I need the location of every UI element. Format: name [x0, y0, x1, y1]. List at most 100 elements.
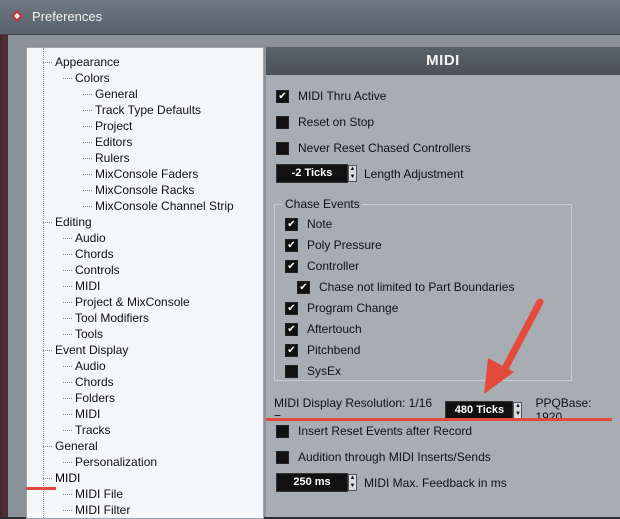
tree-item[interactable]: Tool Modifiers — [75, 310, 149, 326]
reset-on-stop-checkbox[interactable] — [276, 115, 289, 129]
tree-guide — [83, 174, 92, 175]
tree-item[interactable]: General — [55, 438, 98, 454]
tree-item[interactable]: General — [95, 86, 138, 102]
panel-title: MIDI — [266, 47, 620, 75]
tree-item[interactable]: Appearance — [55, 54, 120, 70]
midi-thru-row[interactable]: ✔ MIDI Thru Active — [276, 89, 386, 103]
tree-item[interactable]: Project & MixConsole — [75, 294, 190, 310]
tree-guide — [43, 62, 52, 63]
never-reset-row[interactable]: Never Reset Chased Controllers — [276, 141, 471, 155]
tree-guide — [43, 48, 44, 518]
tree-item[interactable]: Event Display — [55, 342, 128, 358]
title-bar: Preferences — [0, 0, 620, 35]
tree-guide — [63, 254, 72, 255]
tree-guide — [63, 238, 72, 239]
chase-not-limited-row[interactable]: ✔ Chase not limited to Part Boundaries — [297, 280, 514, 294]
feedback-value[interactable]: 250 ms — [276, 473, 348, 492]
tree-guide — [63, 414, 72, 415]
feedback-spinner[interactable]: 250 ms ▲ ▼ — [276, 473, 357, 492]
tree-item[interactable]: Audio — [75, 230, 106, 246]
chase-poly-checkbox[interactable]: ✔ — [285, 238, 298, 252]
tree-guide — [63, 318, 72, 319]
tree-item[interactable]: Tracks — [75, 422, 111, 438]
tree-guide — [83, 142, 92, 143]
tree-item[interactable]: Editing — [55, 214, 92, 230]
chase-program-change-row[interactable]: ✔ Program Change — [285, 301, 398, 315]
chase-poly-row[interactable]: ✔ Poly Pressure — [285, 238, 382, 252]
never-reset-label: Never Reset Chased Controllers — [298, 141, 471, 155]
midi-thru-checkbox[interactable]: ✔ — [276, 89, 289, 103]
tree-item[interactable]: Personalization — [75, 454, 157, 470]
tree-item[interactable]: Audio — [75, 358, 106, 374]
chase-note-row[interactable]: ✔ Note — [285, 217, 332, 231]
tree-guide — [63, 334, 72, 335]
chase-controller-row[interactable]: ✔ Controller — [285, 259, 359, 273]
audition-row[interactable]: Audition through MIDI Inserts/Sends — [276, 450, 491, 464]
spinner-arrows-icon[interactable]: ▲ ▼ — [513, 401, 523, 419]
tree-guide — [43, 350, 52, 351]
annotation-underline — [266, 418, 612, 421]
tree-guide — [63, 302, 72, 303]
tree-item[interactable]: Controls — [75, 262, 120, 278]
tree-item[interactable]: Folders — [75, 390, 115, 406]
chase-program-change-checkbox[interactable]: ✔ — [285, 301, 298, 315]
tree-item[interactable]: Chords — [75, 246, 114, 262]
chase-controller-checkbox[interactable]: ✔ — [285, 259, 298, 273]
background-strip — [0, 35, 8, 517]
audition-checkbox[interactable] — [276, 450, 289, 464]
tree-item[interactable]: Rulers — [95, 150, 130, 166]
chase-poly-label: Poly Pressure — [307, 238, 382, 252]
chase-pitchbend-row[interactable]: ✔ Pitchbend — [285, 343, 360, 357]
chase-pitchbend-checkbox[interactable]: ✔ — [285, 343, 298, 357]
chase-events-legend: Chase Events — [283, 197, 362, 211]
tree-guide — [83, 206, 92, 207]
preferences-tree[interactable]: Appearance Colors General Track Type Defaul… — [26, 47, 264, 519]
reset-on-stop-row[interactable]: Reset on Stop — [276, 115, 374, 129]
insert-reset-checkbox[interactable] — [276, 424, 289, 438]
tree-guide — [83, 110, 92, 111]
insert-reset-label: Insert Reset Events after Record — [298, 424, 473, 438]
spinner-arrows-icon[interactable]: ▲ ▼ — [348, 474, 357, 491]
tree-item[interactable]: MixConsole Racks — [95, 182, 194, 198]
tree-item[interactable]: Editors — [95, 134, 132, 150]
chase-not-limited-checkbox[interactable]: ✔ — [297, 280, 310, 294]
chase-aftertouch-checkbox[interactable]: ✔ — [285, 322, 298, 336]
tree-guide — [63, 398, 72, 399]
length-adjustment-spinner[interactable]: -2 Ticks ▲ ▼ — [276, 164, 357, 183]
audition-label: Audition through MIDI Inserts/Sends — [298, 450, 491, 464]
tree-guide — [63, 366, 72, 367]
chase-aftertouch-row[interactable]: ✔ Aftertouch — [285, 322, 362, 336]
tree-item[interactable]: Project — [95, 118, 132, 134]
tree-item[interactable]: Chords — [75, 374, 114, 390]
spinner-arrows-icon[interactable]: ▲ ▼ — [348, 165, 357, 182]
chase-aftertouch-label: Aftertouch — [307, 322, 362, 336]
length-adjustment-value[interactable]: -2 Ticks — [276, 164, 348, 183]
tree-item[interactable]: MIDI — [75, 406, 100, 422]
window-title: Preferences — [32, 9, 103, 24]
app-logo-icon — [11, 10, 23, 22]
insert-reset-row[interactable]: Insert Reset Events after Record — [276, 424, 472, 438]
tree-guide — [83, 158, 92, 159]
tree-item[interactable]: MIDI — [75, 278, 100, 294]
tree-item[interactable]: Colors — [75, 70, 110, 86]
tree-item[interactable]: Tools — [75, 326, 103, 342]
never-reset-checkbox[interactable] — [276, 141, 289, 155]
tree-item[interactable]: MixConsole Channel Strip — [95, 198, 234, 214]
chase-sysex-checkbox[interactable] — [285, 364, 298, 378]
tree-item[interactable]: MIDI File — [75, 486, 123, 502]
tree-item[interactable]: Track Type Defaults — [95, 102, 201, 118]
midi-settings-panel: MIDI ✔ MIDI Thru Active Reset on Stop Ne… — [266, 47, 620, 517]
feedback-row: 250 ms ▲ ▼ MIDI Max. Feedback in ms — [276, 473, 507, 492]
tree-item[interactable]: MIDI — [55, 470, 80, 486]
chase-sysex-row[interactable]: SysEx — [285, 364, 341, 378]
chase-note-checkbox[interactable]: ✔ — [285, 217, 298, 231]
resolution-spinner[interactable]: 480 Ticks ▲ ▼ — [445, 400, 523, 420]
tree-item[interactable]: MIDI Filter — [75, 502, 130, 518]
tree-guide — [83, 126, 92, 127]
length-adjustment-label: Length Adjustment — [364, 166, 464, 181]
chase-not-limited-label: Chase not limited to Part Boundaries — [319, 280, 515, 294]
resolution-value[interactable]: 480 Ticks — [445, 400, 514, 420]
tree-item[interactable]: MixConsole Faders — [95, 166, 198, 182]
chase-program-change-label: Program Change — [307, 301, 399, 315]
selection-underline — [26, 487, 56, 490]
